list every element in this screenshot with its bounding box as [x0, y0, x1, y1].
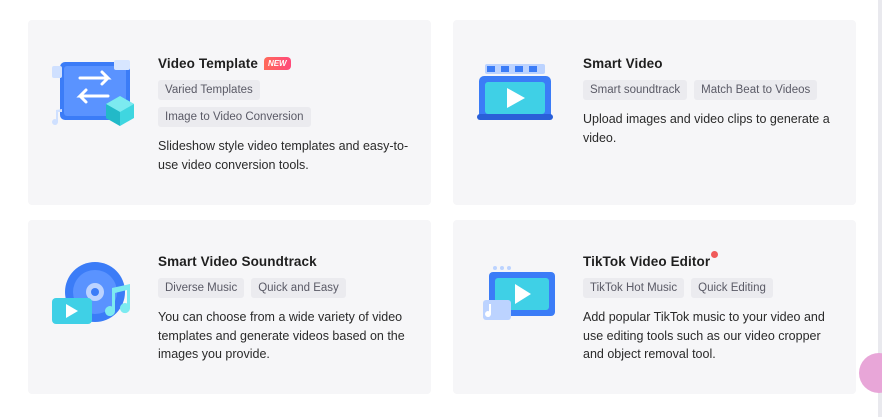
card-tiktok-video-editor[interactable]: TikTok Video Editor TikTok Hot Music Qui… — [453, 220, 856, 394]
card-description: You can choose from a wide variety of vi… — [158, 310, 405, 361]
card-smart-video-soundtrack[interactable]: Smart Video Soundtrack Diverse Music Qui… — [28, 220, 431, 394]
tag-list: Smart soundtrack Match Beat to Videos — [583, 80, 863, 100]
tag: Varied Templates — [158, 80, 260, 100]
tag-list: Varied Templates Image to Video Conversi… — [158, 80, 398, 127]
notification-dot — [711, 250, 719, 258]
card-title: TikTok Video Editor — [583, 253, 711, 269]
new-badge: NEW — [263, 56, 291, 70]
tag: Match Beat to Videos — [694, 80, 818, 100]
card-description: Add popular TikTok music to your video a… — [583, 310, 825, 361]
card-smart-video[interactable]: Smart Video Smart soundtrack Match Beat … — [453, 20, 856, 205]
floating-chat-button[interactable] — [859, 353, 882, 393]
card-description: Upload images and video clips to generat… — [583, 112, 830, 145]
tag: Diverse Music — [158, 278, 245, 298]
card-title: Smart Video Soundtrack — [158, 253, 317, 269]
card-title: Smart Video — [583, 55, 663, 71]
soundtrack-illustration-icon — [50, 258, 140, 338]
tag: TikTok Hot Music — [583, 278, 685, 298]
tag: Smart soundtrack — [583, 80, 688, 100]
card-video-template[interactable]: Video Template NEW Varied Templates Imag… — [28, 20, 431, 205]
tag-list: Diverse Music Quick and Easy — [158, 278, 438, 298]
tag-list: TikTok Hot Music Quick Editing — [583, 278, 863, 298]
card-title: Video Template — [158, 55, 258, 71]
card-description: Slideshow style video templates and easy… — [158, 139, 409, 172]
tag: Image to Video Conversion — [158, 107, 311, 127]
feature-grid: Video Template NEW Varied Templates Imag… — [0, 0, 882, 417]
tag: Quick and Easy — [251, 278, 346, 298]
tag: Quick Editing — [691, 278, 773, 298]
tiktok-editor-illustration-icon — [475, 258, 565, 338]
video-template-illustration-icon — [50, 56, 140, 136]
smart-video-illustration-icon — [475, 58, 565, 138]
